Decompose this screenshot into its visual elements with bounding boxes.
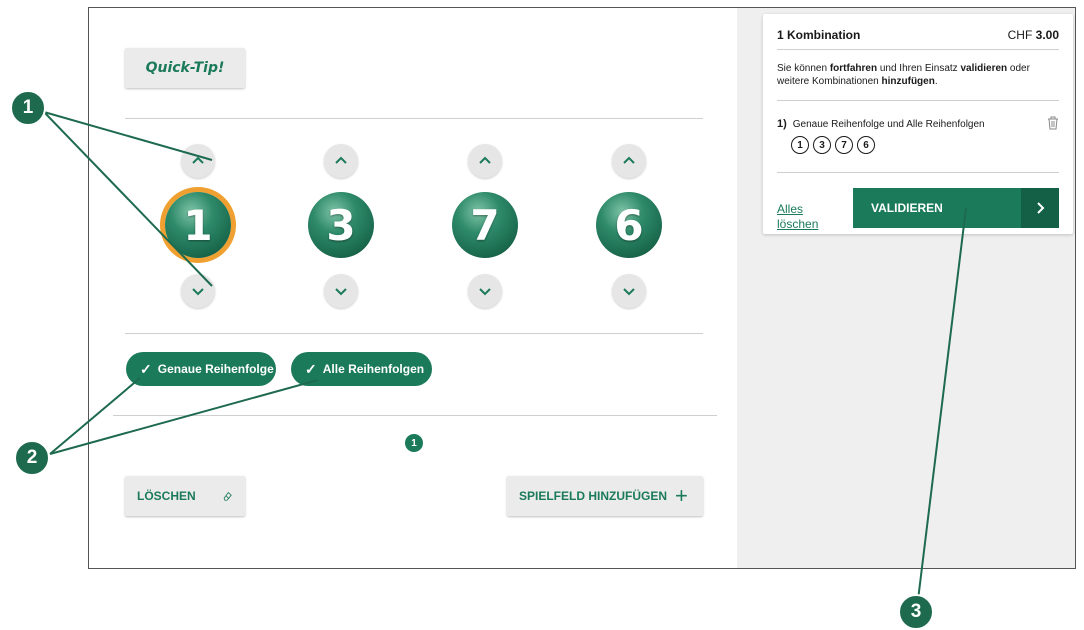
delete-button[interactable]: LÖSCHEN bbox=[125, 476, 245, 516]
divider bbox=[113, 415, 717, 416]
all-orders-label: Alle Reihenfolgen bbox=[322, 362, 425, 376]
ball-1-increment-button[interactable] bbox=[181, 144, 215, 178]
add-playfield-label: SPIELFELD HINZUFÜGEN bbox=[519, 489, 668, 503]
divider bbox=[777, 49, 1059, 50]
combination-numbers: 1 3 7 6 bbox=[791, 136, 875, 154]
number-ball-2[interactable]: 3 bbox=[308, 192, 374, 258]
checkmark-icon: ✓ bbox=[305, 360, 317, 377]
ball-4-increment-button[interactable] bbox=[612, 144, 646, 178]
divider bbox=[125, 333, 703, 334]
chevron-down-icon bbox=[192, 288, 204, 296]
eraser-icon bbox=[223, 491, 232, 501]
summary-card: 1 Kombination CHF 3.00 Sie können fortfa… bbox=[763, 14, 1073, 234]
trash-icon[interactable] bbox=[1047, 116, 1059, 130]
chevron-up-icon bbox=[479, 156, 491, 164]
chevron-down-icon bbox=[479, 288, 491, 296]
chevron-up-icon bbox=[335, 156, 347, 164]
combination-row: 1) Genaue Reihenfolge und Alle Reihenfolg… bbox=[777, 118, 985, 130]
number-ball-3[interactable]: 7 bbox=[452, 192, 518, 258]
clear-all-link[interactable]: Alles löschen bbox=[777, 202, 827, 232]
exact-order-toggle[interactable]: ✓ Genaue Reihenfolge bbox=[126, 352, 276, 386]
chevron-right-icon bbox=[1021, 188, 1059, 228]
validate-label: VALIDIEREN bbox=[871, 201, 943, 215]
combination-number: 6 bbox=[857, 136, 875, 154]
combination-index: 1) bbox=[777, 118, 787, 130]
ball-3-decrement-button[interactable] bbox=[468, 274, 502, 308]
amount: 3.00 bbox=[1035, 28, 1059, 42]
annotation-marker-2: 2 bbox=[14, 440, 50, 476]
plus-icon: + bbox=[675, 483, 688, 508]
chevron-down-icon bbox=[623, 288, 635, 296]
combination-number: 1 bbox=[791, 136, 809, 154]
checkmark-icon: ✓ bbox=[140, 360, 152, 377]
chevron-up-icon bbox=[192, 156, 204, 164]
exact-order-label: Genaue Reihenfolge bbox=[157, 362, 274, 376]
currency: CHF bbox=[1007, 28, 1033, 42]
annotation-marker-3: 3 bbox=[898, 594, 934, 630]
ball-3-increment-button[interactable] bbox=[468, 144, 502, 178]
chevron-up-icon bbox=[623, 156, 635, 164]
number-ball-4[interactable]: 6 bbox=[596, 192, 662, 258]
app-frame: Quick-Tip! 1 3 7 6 ✓ Genaue Reihenfolge … bbox=[88, 7, 1076, 569]
add-playfield-button[interactable]: SPIELFELD HINZUFÜGEN + bbox=[507, 476, 703, 516]
info-message: Sie können fortfahren und Ihren Einsatz … bbox=[777, 63, 1030, 87]
annotation-marker-1: 1 bbox=[10, 90, 46, 126]
page-indicator[interactable]: 1 bbox=[405, 434, 423, 452]
validate-button[interactable]: VALIDIEREN bbox=[853, 188, 1059, 228]
ball-1-decrement-button[interactable] bbox=[181, 274, 215, 308]
divider bbox=[777, 100, 1059, 101]
combination-count: 1 Kombination bbox=[777, 28, 861, 42]
combination-number: 3 bbox=[813, 136, 831, 154]
main-panel: Quick-Tip! 1 3 7 6 ✓ Genaue Reihenfolge … bbox=[89, 8, 737, 568]
total-price: CHF 3.00 bbox=[1008, 28, 1059, 42]
ball-2-increment-button[interactable] bbox=[324, 144, 358, 178]
combination-label: Genaue Reihenfolge und Alle Reihenfolgen bbox=[792, 119, 985, 130]
combination-number: 7 bbox=[835, 136, 853, 154]
divider bbox=[125, 118, 703, 119]
number-ball-1[interactable]: 1 bbox=[165, 192, 231, 258]
chevron-down-icon bbox=[335, 288, 347, 296]
delete-label: LÖSCHEN bbox=[137, 489, 196, 503]
ball-4-decrement-button[interactable] bbox=[612, 274, 646, 308]
quick-tip-button[interactable]: Quick-Tip! bbox=[125, 48, 245, 88]
all-orders-toggle[interactable]: ✓ Alle Reihenfolgen bbox=[291, 352, 432, 386]
divider bbox=[777, 172, 1059, 173]
ball-2-decrement-button[interactable] bbox=[324, 274, 358, 308]
